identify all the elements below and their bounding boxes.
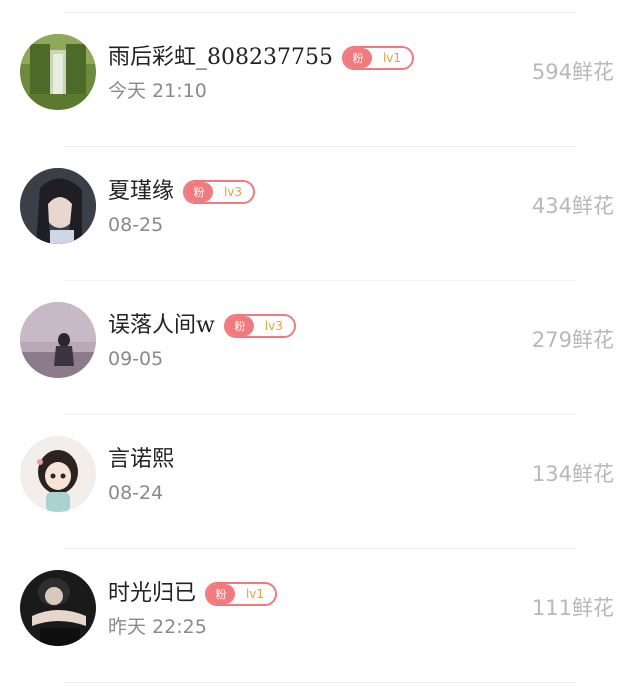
timestamp: 昨天 22:25 [108, 616, 207, 638]
flower-count: 279鲜花 [531, 328, 614, 352]
avatar[interactable] [20, 436, 96, 512]
name-line: 雨后彩虹_808237755 粉 lv1 [108, 42, 414, 74]
fan-level: lv1 [382, 51, 402, 65]
avatar[interactable] [20, 302, 96, 378]
fan-level: lv3 [223, 185, 243, 199]
divider [64, 682, 576, 683]
avatar-image [20, 168, 96, 244]
timestamp: 今天 21:10 [108, 80, 207, 102]
avatar-image [20, 436, 96, 512]
fan-badge: 粉 lv1 [205, 582, 278, 606]
flower-count: 434鲜花 [531, 194, 614, 218]
name-line: 夏瑾缘 粉 lv3 [108, 176, 256, 208]
avatar[interactable] [20, 168, 96, 244]
name-line: 误落人间w 粉 lv3 [108, 310, 296, 342]
list-item[interactable]: 雨后彩虹_808237755 粉 lv1 今天 21:10 594鲜花 [0, 4, 640, 138]
list-item[interactable]: 夏瑾缘 粉 lv3 08-25 434鲜花 [0, 138, 640, 272]
list-item[interactable]: 时光归已 粉 lv1 昨天 22:25 111鲜花 [0, 540, 640, 674]
fan-badge-label: 粉 [343, 48, 372, 68]
fan-level: lv3 [264, 319, 283, 333]
timestamp: 09-05 [108, 348, 164, 370]
list-item[interactable]: 言诺熙 08-24 134鲜花 [0, 406, 640, 540]
gift-ranking-list: 雨后彩虹_808237755 粉 lv1 今天 21:10 594鲜花 夏瑾缘 … [0, 0, 640, 687]
fan-badge-label: 粉 [185, 182, 214, 202]
avatar-image [20, 302, 96, 378]
list-item[interactable]: 误落人间w 粉 lv3 09-05 279鲜花 [0, 272, 640, 406]
user-name[interactable]: 雨后彩虹_808237755 [108, 43, 333, 73]
avatar[interactable] [20, 570, 96, 646]
fan-badge-label: 粉 [225, 316, 254, 336]
user-name[interactable]: 误落人间w [108, 311, 215, 341]
timestamp: 08-25 [108, 214, 164, 236]
user-name[interactable]: 时光归已 [108, 579, 196, 609]
fan-badge: 粉 lv3 [183, 180, 256, 204]
fan-badge-label: 粉 [207, 584, 236, 604]
flower-count: 134鲜花 [531, 462, 614, 486]
flower-count: 111鲜花 [531, 596, 614, 620]
fan-badge: 粉 lv3 [223, 314, 296, 338]
avatar[interactable] [20, 34, 96, 110]
fan-level: lv1 [245, 587, 265, 601]
flower-count: 594鲜花 [531, 60, 614, 84]
avatar-image [20, 34, 96, 110]
avatar-image [20, 570, 96, 646]
user-name[interactable]: 夏瑾缘 [108, 177, 174, 207]
user-name[interactable]: 言诺熙 [108, 445, 174, 475]
name-line: 言诺熙 [108, 444, 174, 476]
fan-badge: 粉 lv1 [341, 46, 414, 70]
name-line: 时光归已 粉 lv1 [108, 578, 278, 610]
timestamp: 08-24 [108, 482, 164, 504]
